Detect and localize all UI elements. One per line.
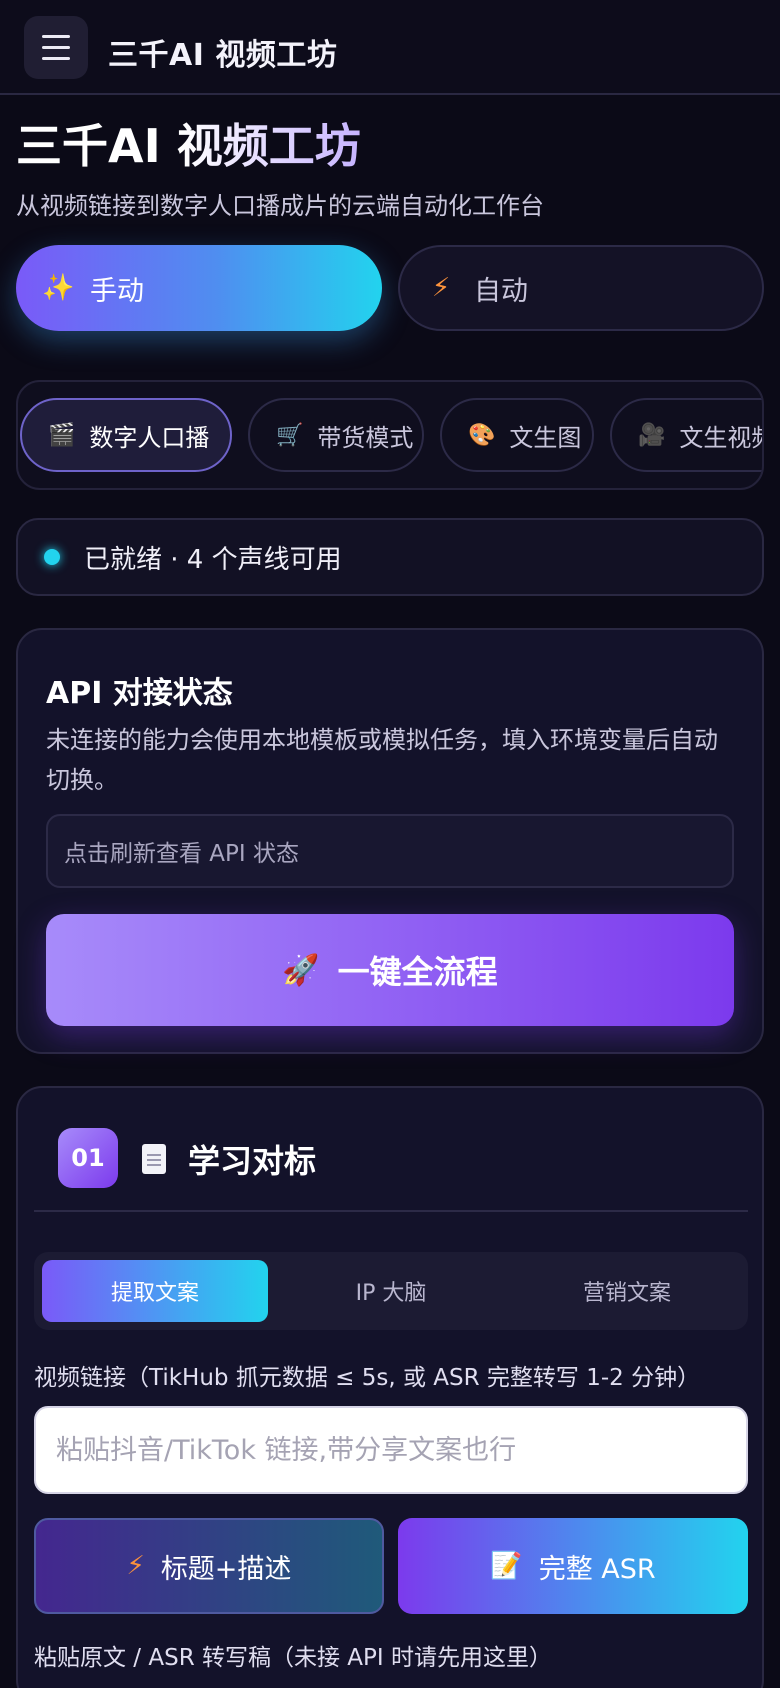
tab-text-to-video[interactable]: 🎥 文生视频 (610, 398, 762, 472)
mode-manual-button[interactable]: ✨ 手动 (16, 245, 382, 331)
mode-auto-label: 自动 (474, 275, 528, 307)
cart-icon: 🛒 (276, 422, 304, 448)
step-learn-card: 01 学习对标 提取文案 IP 大脑 营销文案 视频链接（TikHub 抓元数据… (16, 1086, 764, 1688)
step-number-badge: 01 (58, 1128, 118, 1188)
top-bar: 三千AI 视频工坊 (0, 0, 780, 95)
tab-ip-brain[interactable]: IP 大脑 (278, 1260, 504, 1322)
button-label: 标题+描述 (160, 1553, 292, 1585)
status-banner: 已就绪 · 4 个声线可用 (16, 518, 764, 596)
step-segmented-tabs: 提取文案 IP 大脑 营销文案 (34, 1252, 748, 1330)
tab-ecommerce[interactable]: 🛒 带货模式 (248, 398, 424, 472)
divider (34, 1210, 748, 1212)
api-card-title: API 对接状态 (46, 676, 233, 711)
tab-extract-copy[interactable]: 提取文案 (42, 1260, 268, 1322)
memo-icon: 📝 (490, 1551, 523, 1581)
rocket-icon: 🚀 (282, 952, 320, 988)
status-text: 已就绪 · 4 个声线可用 (84, 544, 342, 575)
mode-manual-label: 手动 (90, 275, 144, 307)
tab-text-to-image[interactable]: 🎨 文生图 (440, 398, 594, 472)
feature-tabs[interactable]: 🎬 数字人口播 🛒 带货模式 🎨 文生图 🎥 文生视频 (16, 380, 764, 490)
api-status-card: API 对接状态 未连接的能力会使用本地模板或模拟任务，填入环境变量后自动切换。… (16, 628, 764, 1054)
paste-source-label: 粘贴原文 / ASR 转写稿（未接 API 时请先用这里） (34, 1645, 553, 1671)
status-dot-icon (44, 549, 60, 565)
video-url-input[interactable] (34, 1406, 748, 1494)
tab-label: 带货模式 (317, 423, 414, 452)
app-title: 三千AI 视频工坊 (108, 38, 338, 73)
run-button-label: 一键全流程 (337, 953, 498, 991)
tab-label: 文生图 (509, 423, 582, 452)
tab-marketing-copy[interactable]: 营销文案 (514, 1260, 740, 1322)
api-status-box[interactable]: 点击刷新查看 API 状态 (46, 814, 734, 888)
lightning-icon: ⚡ (126, 1551, 145, 1581)
tab-label: 数字人口播 (89, 423, 210, 452)
menu-icon[interactable] (24, 16, 88, 79)
sparkles-icon: ✨ (42, 273, 75, 303)
clapperboard-icon: 🎬 (48, 422, 76, 448)
tab-label: 文生视频 (679, 423, 762, 452)
button-label: 完整 ASR (538, 1553, 656, 1585)
palette-icon: 🎨 (468, 422, 496, 448)
video-url-label: 视频链接（TikHub 抓元数据 ≤ 5s, 或 ASR 完整转写 1-2 分钟… (34, 1365, 701, 1391)
page-title: 三千AI 视频工坊 (16, 110, 361, 176)
lightning-icon: ⚡ (431, 273, 451, 303)
mode-auto-button[interactable]: ⚡ 自动 (398, 245, 764, 331)
run-full-pipeline-button[interactable]: 🚀 一键全流程 (46, 914, 734, 1026)
api-card-description: 未连接的能力会使用本地模板或模拟任务，填入环境变量后自动切换。 (46, 726, 718, 794)
page-subtitle: 从视频链接到数字人口播成片的云端自动化工作台 (16, 192, 544, 220)
full-asr-button[interactable]: 📝 完整 ASR (398, 1518, 748, 1614)
video-camera-icon: 🎥 (638, 422, 666, 448)
document-icon (142, 1144, 166, 1174)
tab-digital-human[interactable]: 🎬 数字人口播 (20, 398, 232, 472)
step-title: 学习对标 (188, 1142, 317, 1180)
fetch-title-desc-button[interactable]: ⚡ 标题+描述 (34, 1518, 384, 1614)
